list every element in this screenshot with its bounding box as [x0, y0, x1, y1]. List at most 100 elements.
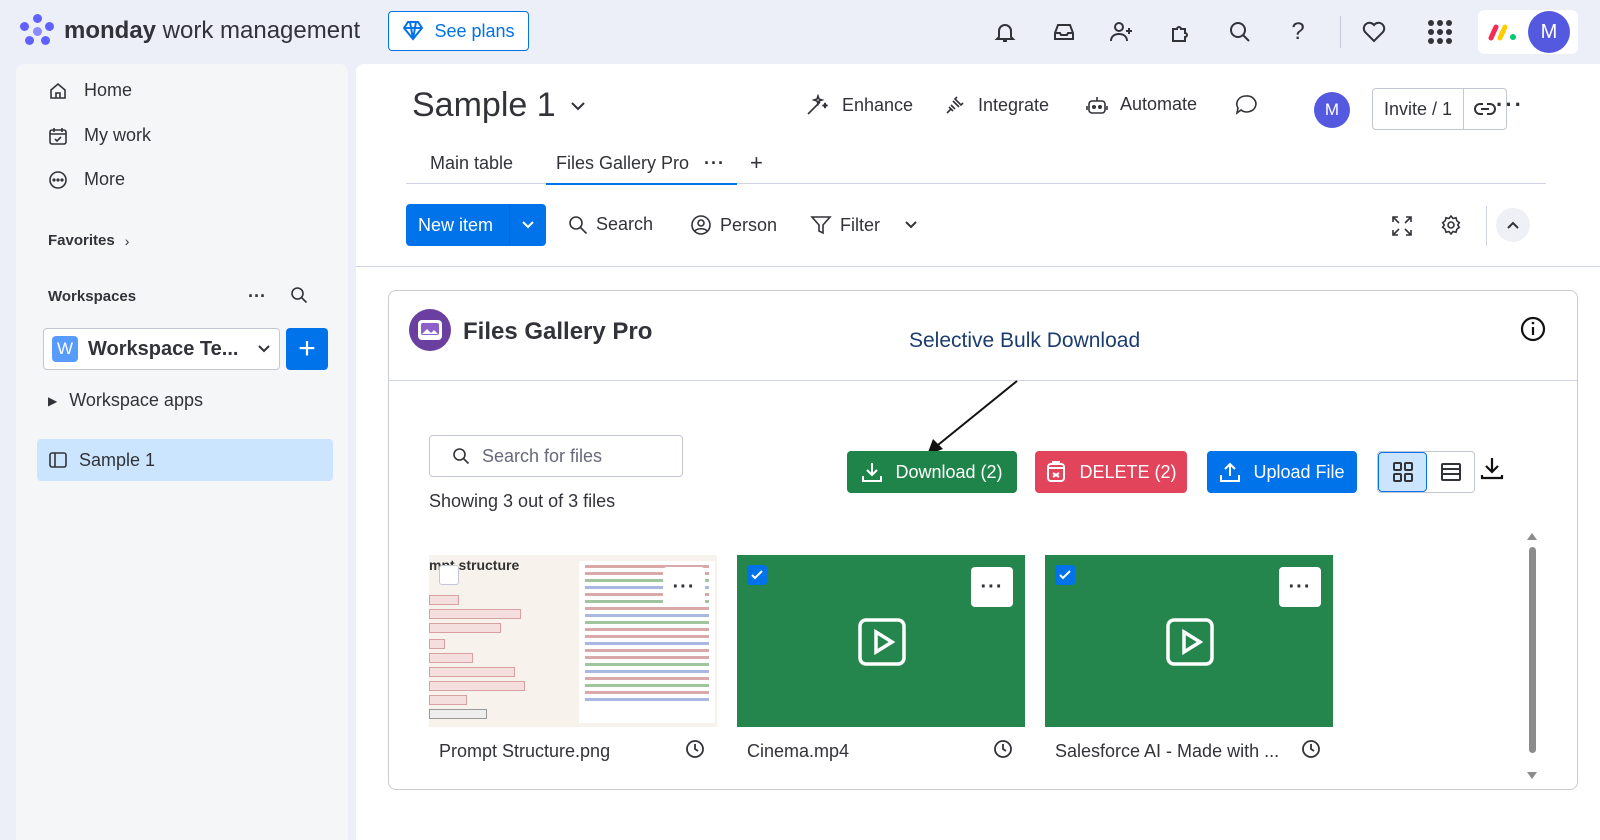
tab-options-icon[interactable]: ··· [704, 142, 725, 184]
workspaces-more-icon[interactable]: ··· [248, 286, 266, 307]
home-icon [50, 82, 66, 99]
view-tabs: Main table Files Gallery Pro ··· + [406, 142, 1546, 185]
app-name: Files Gallery Pro [463, 318, 653, 345]
file-select-checkbox[interactable] [747, 565, 767, 585]
download-all-icon[interactable] [1479, 455, 1505, 486]
person-filter-button[interactable]: Person [690, 214, 777, 236]
app-grid-icon[interactable] [1424, 16, 1456, 48]
app-header: Files Gallery Pro Selective Bulk Downloa… [389, 291, 1577, 381]
filter-button[interactable]: Filter [810, 214, 918, 236]
clock-icon[interactable] [1301, 739, 1321, 764]
file-select-checkbox[interactable] [1055, 565, 1075, 585]
monday-brand-icon [1488, 24, 1516, 41]
integrate-plug-icon [946, 96, 964, 114]
chevron-down-icon[interactable] [904, 220, 918, 230]
board-main: Sample 1 Enhance Integrate Automate M In… [356, 64, 1600, 840]
annotation-arrow [927, 380, 1018, 455]
board-menu-icon[interactable]: ··· [1496, 92, 1524, 118]
file-card[interactable]: ··· [1045, 555, 1333, 727]
grid-view-icon[interactable] [1378, 452, 1427, 492]
search-icon[interactable] [1224, 16, 1256, 48]
file-name: Prompt Structure.png [439, 741, 611, 761]
search-files-input[interactable]: Search for files [429, 435, 683, 477]
sidebar-item-sample-1[interactable]: Sample 1 [37, 439, 333, 481]
board-icon [49, 452, 67, 468]
filter-icon [810, 216, 832, 235]
delete-selected-button[interactable]: DELETE (2) [1035, 451, 1187, 493]
workspaces-search-icon[interactable] [290, 286, 308, 304]
workspace-icon: W [52, 336, 78, 362]
workspace-selector[interactable]: W Workspace Te... [43, 328, 280, 370]
add-workspace-button[interactable]: + [286, 328, 328, 370]
settings-gear-icon[interactable] [1440, 214, 1462, 236]
inbox-icon[interactable] [1048, 16, 1080, 48]
top-bar: monday work management See plans ? M [0, 0, 1600, 64]
heart-icon[interactable] [1358, 16, 1390, 48]
file-name: Cinema.mp4 [747, 741, 850, 761]
updates-chat-icon[interactable] [1234, 94, 1258, 116]
user-avatar[interactable]: M [1528, 11, 1570, 53]
tab-files-gallery-pro[interactable]: Files Gallery Pro [545, 142, 738, 185]
view-toggle [1377, 451, 1475, 493]
more-circle-icon [49, 170, 67, 189]
upload-file-button[interactable]: Upload File [1207, 451, 1357, 493]
integrate-button[interactable]: Integrate [944, 94, 1049, 116]
divider [356, 266, 1600, 267]
sidebar-item-home[interactable]: Home [48, 80, 132, 101]
file-more-icon[interactable]: ··· [971, 567, 1013, 607]
sidebar-item-my-work[interactable]: My work [48, 125, 151, 146]
board-member-avatar[interactable]: M [1314, 92, 1350, 128]
video-play-icon [1166, 618, 1214, 666]
list-view-icon[interactable] [1427, 452, 1474, 492]
help-icon[interactable]: ? [1282, 16, 1314, 48]
diamond-icon [403, 21, 424, 41]
search-button[interactable]: Search [568, 214, 653, 235]
scrollbar-thumb[interactable] [1529, 547, 1536, 753]
download-selected-button[interactable]: Download (2) [847, 451, 1017, 493]
scroll-up-icon[interactable] [1526, 531, 1538, 541]
monday-logo[interactable]: monday work management [20, 14, 360, 48]
annotation-label: Selective Bulk Download [909, 329, 1141, 352]
fullscreen-icon[interactable] [1390, 214, 1414, 238]
person-icon [691, 215, 711, 235]
search-icon [453, 448, 470, 465]
tab-main-table[interactable]: Main table [430, 142, 513, 184]
collapse-header-icon[interactable] [1496, 208, 1530, 242]
brand-name: monday work management [64, 17, 361, 44]
clock-icon[interactable] [993, 739, 1013, 764]
enhance-button[interactable]: Enhance [806, 94, 913, 116]
files-gallery-app: Files Gallery Pro Selective Bulk Downloa… [388, 290, 1578, 790]
caret-right-icon: ▶ [48, 393, 58, 408]
invite-button[interactable]: Invite / 1 [1372, 88, 1507, 130]
add-view-button[interactable]: + [750, 142, 763, 184]
clock-icon[interactable] [685, 739, 705, 764]
info-icon[interactable] [1519, 315, 1547, 348]
invite-members-icon[interactable] [1106, 16, 1138, 48]
file-card[interactable]: ··· [737, 555, 1025, 727]
file-more-icon[interactable]: ··· [1279, 567, 1321, 607]
chevron-down-icon [570, 101, 585, 110]
see-plans-button[interactable]: See plans [388, 11, 529, 51]
scroll-down-icon[interactable] [1526, 771, 1538, 781]
chevron-down-icon[interactable] [510, 220, 546, 230]
search-icon [569, 215, 588, 234]
favorites-section[interactable]: Favorites › [48, 232, 129, 249]
board-title[interactable]: Sample 1 [412, 86, 586, 125]
new-item-button[interactable]: New item [406, 204, 546, 246]
automate-button[interactable]: Automate [1086, 94, 1197, 115]
workspace-apps-toggle[interactable]: ▶ Workspace apps [48, 390, 203, 411]
workspaces-heading: Workspaces [48, 288, 137, 305]
file-card[interactable]: mpt structure ··· [429, 555, 717, 727]
calendar-check-icon [49, 127, 67, 145]
sidebar: Home My work More Favorites › Workspaces… [16, 64, 348, 840]
magic-wand-icon [807, 94, 828, 115]
toolbar-divider [1486, 206, 1487, 246]
apps-puzzle-icon[interactable] [1165, 16, 1197, 48]
trash-icon [1047, 461, 1066, 482]
video-play-icon [858, 618, 906, 666]
files-gallery-logo-icon [409, 309, 451, 351]
notifications-bell-icon[interactable] [989, 16, 1021, 48]
file-more-icon[interactable]: ··· [663, 567, 705, 607]
file-select-checkbox[interactable] [439, 565, 459, 585]
sidebar-item-more[interactable]: More [48, 169, 125, 190]
